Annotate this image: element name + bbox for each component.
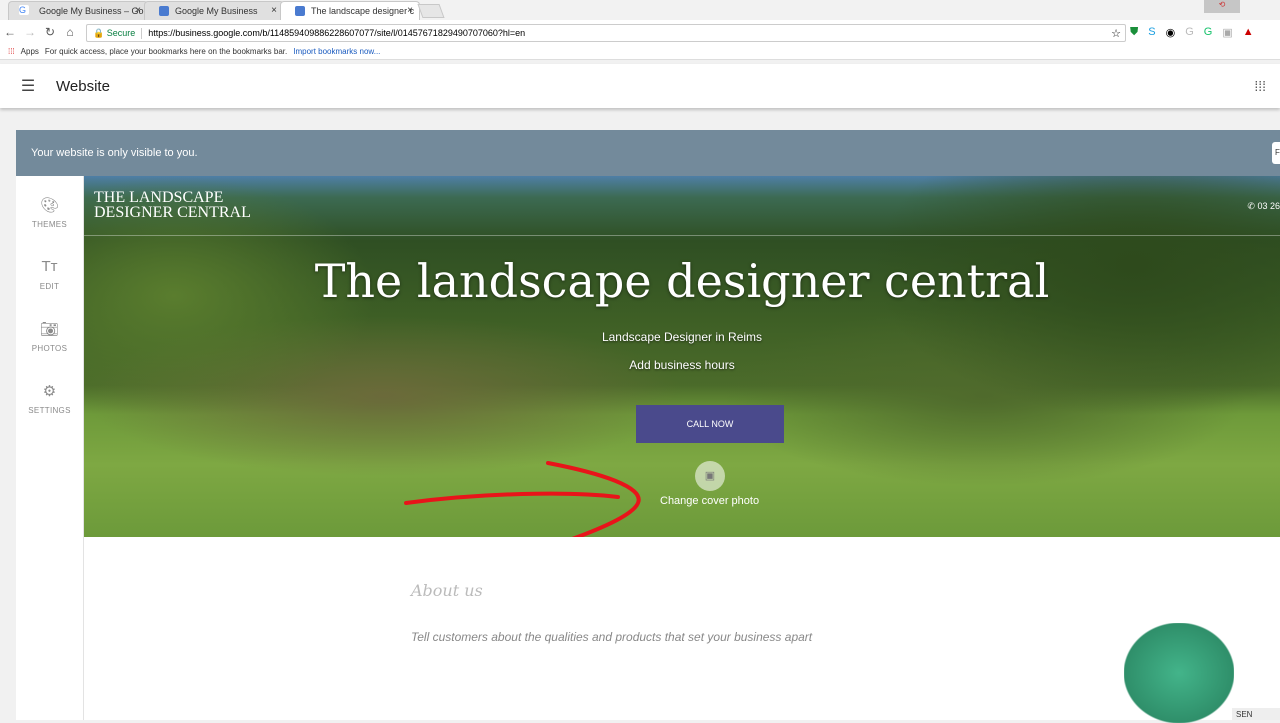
secure-label: Secure [106, 27, 136, 38]
tab-label: Google My Business [175, 6, 258, 16]
phone-number[interactable]: ✆ 03 26 [1247, 201, 1280, 212]
import-bookmarks-link[interactable]: Import bookmarks now... [293, 47, 380, 56]
add-hours-link[interactable]: Add business hours [84, 358, 1280, 372]
banner-text: Your website is only visible to you. [31, 147, 198, 159]
about-description[interactable]: Tell customers about the qualities and p… [411, 627, 841, 647]
page-title: Website [56, 77, 110, 95]
url-text: https://business.google.com/b/1148594098… [148, 28, 526, 38]
editor-sidebar: 🎨︎ THEMES Tт EDIT 📷︎ PHOTOS ⚙ SETTINGS [16, 176, 84, 720]
extensions: ⛊ S ◉ G G ▣ ▲ [1130, 26, 1254, 39]
sidebar-item-photos[interactable]: 📷︎ PHOTOS [16, 300, 83, 362]
fb-icon[interactable]: ▣ [1222, 26, 1232, 39]
sidebar-item-label: PHOTOS [31, 344, 68, 353]
sidebar-item-label: SETTINGS [28, 406, 71, 415]
menu-icon[interactable]: ☰ [0, 76, 56, 96]
g-icon[interactable]: G [1185, 26, 1194, 39]
record-icon[interactable]: ◉ [1166, 26, 1176, 39]
skype-icon[interactable]: S [1148, 26, 1155, 39]
hero-cover: THE LANDSCAPE DESIGNER CENTRAL ✆ 03 26 T… [84, 176, 1280, 537]
divider [84, 235, 1280, 236]
site-brand: THE LANDSCAPE DESIGNER CENTRAL [94, 189, 251, 221]
about-heading[interactable]: About us [411, 581, 483, 600]
gloves-image [1124, 623, 1234, 723]
gmb-icon [295, 6, 305, 16]
content-section: About us Tell customers about the qualit… [84, 537, 1280, 723]
google-icon: G [19, 5, 29, 15]
photo-icon[interactable]: ▣ [695, 461, 725, 491]
new-tab-button[interactable] [417, 4, 445, 18]
browser-tab[interactable]: Google My Business × [144, 1, 284, 20]
close-icon[interactable]: × [271, 5, 277, 16]
gmb-icon [159, 6, 169, 16]
profile-button[interactable]: ⟲ [1204, 0, 1240, 13]
sidebar-item-label: EDIT [39, 282, 60, 291]
app-bar: ☰ Website ⁞⁞⁞ [0, 64, 1280, 108]
text-icon: Tт [41, 258, 58, 275]
reload-icon[interactable]: ↻ [40, 25, 60, 39]
publish-button[interactable]: F [1272, 142, 1280, 164]
apps-link[interactable]: Apps [21, 47, 39, 56]
call-now-button[interactable]: CALL NOW [636, 405, 784, 443]
send-feedback-button[interactable]: SEN [1232, 708, 1280, 720]
star-icon[interactable]: ☆ [1111, 27, 1121, 40]
gear-icon: ⚙ [42, 383, 57, 400]
back-icon[interactable]: ← [0, 25, 20, 39]
bookmarks-hint: For quick access, place your bookmarks h… [44, 47, 288, 56]
phone-text: 03 26 [1257, 201, 1280, 211]
sidebar-item-settings[interactable]: ⚙ SETTINGS [16, 362, 83, 424]
sidebar-item-label: THEMES [31, 220, 68, 229]
browser-tab-active[interactable]: The landscape designer c × [280, 1, 420, 20]
secure-badge: 🔒 Secure [93, 27, 143, 39]
apps-icon: ⁞⁞⁞ [8, 47, 15, 56]
hero-subtitle: Landscape Designer in Reims [601, 330, 763, 344]
grammarly-icon[interactable]: G [1204, 26, 1213, 39]
close-icon[interactable]: × [135, 5, 141, 16]
shield-icon[interactable]: ⛊ [1130, 26, 1138, 39]
close-icon[interactable]: × [407, 5, 413, 16]
cover-photo [84, 176, 1280, 537]
visibility-banner: Your website is only visible to you. F [16, 130, 1280, 176]
palette-icon: 🎨︎ [39, 197, 60, 214]
home-icon[interactable]: ⌂ [60, 25, 80, 39]
forward-icon[interactable]: → [20, 25, 40, 39]
address-bar[interactable]: 🔒 Secure https://business.google.com/b/1… [86, 24, 1126, 42]
sidebar-item-edit[interactable]: Tт EDIT [16, 238, 83, 300]
change-cover-photo-link[interactable]: Change cover photo [660, 495, 759, 507]
tab-label: The landscape designer c [311, 6, 415, 16]
sidebar-item-themes[interactable]: 🎨︎ THEMES [16, 176, 83, 238]
bookmarks-bar: ⁞⁞⁞ Apps For quick access, place your bo… [0, 44, 1280, 60]
hero-title: The landscape designer central [314, 254, 1050, 308]
camera-icon: 📷︎ [39, 321, 60, 338]
tab-strip: G Google My Business – Go × Google My Busi… [0, 0, 1280, 20]
warning-icon[interactable]: ▲ [1243, 26, 1254, 39]
apps-grid-icon[interactable]: ⁞⁞⁞ [1254, 78, 1266, 94]
tab-label: Google My Business – Go [39, 6, 144, 16]
browser-tab[interactable]: G Google My Business – Go × [8, 1, 148, 20]
